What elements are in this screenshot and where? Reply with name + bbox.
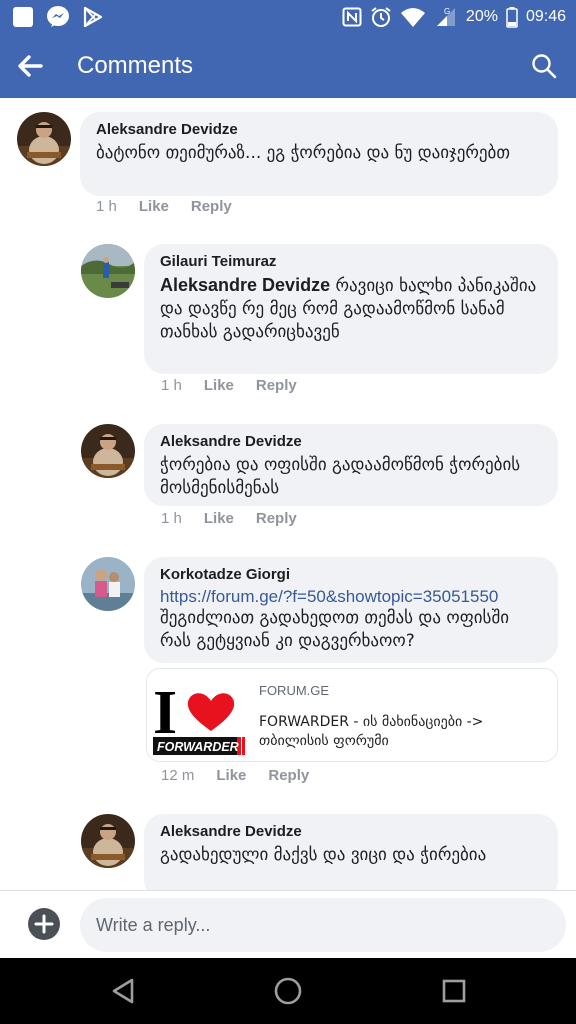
link-preview-title: FORWARDER - ის მახინაციები -> თბილისის ფ… bbox=[259, 714, 484, 749]
wifi-icon bbox=[400, 6, 426, 28]
comment-time: 1 h bbox=[96, 198, 117, 215]
arrow-left-icon bbox=[14, 50, 46, 82]
like-button[interactable]: Like bbox=[204, 510, 234, 527]
add-attachment-button[interactable] bbox=[28, 908, 60, 940]
reply-button[interactable]: Reply bbox=[256, 377, 297, 394]
like-button[interactable]: Like bbox=[216, 767, 246, 784]
circle-home-icon bbox=[272, 975, 304, 1007]
like-button[interactable]: Like bbox=[204, 377, 234, 394]
comment-text: ჭორებია და ოფისში გადაამოწმონ ჭორების მო… bbox=[160, 455, 521, 498]
reply-button[interactable]: Reply bbox=[268, 767, 309, 784]
status-bar-system: G 20% 09:46 bbox=[342, 5, 566, 29]
comment-link[interactable]: https://forum.ge/?f=50&showtopic=3505155… bbox=[160, 587, 542, 607]
link-preview-thumbnail: I FORWARDER bbox=[151, 673, 247, 759]
nav-home-button[interactable] bbox=[272, 975, 304, 1007]
avatar[interactable] bbox=[81, 424, 135, 478]
comments-list: Aleksandre Devidze ბატონო თეიმურაზ... ეგ… bbox=[0, 98, 576, 890]
comment-text: გადახედული მაქვს და ვიცი და ჭირებია bbox=[160, 845, 487, 865]
app-bar: Comments bbox=[0, 34, 576, 98]
alarm-icon bbox=[370, 6, 392, 28]
app-square-icon bbox=[12, 6, 34, 28]
status-bar-notifications bbox=[12, 5, 104, 29]
comment-text: ბატონო თეიმურაზ... ეგ ჭორებია და ნუ დაიჯ… bbox=[96, 143, 510, 163]
search-icon bbox=[530, 52, 558, 80]
comment-bubble: Aleksandre Devidze ბატონო თეიმურაზ... ეგ… bbox=[80, 112, 558, 196]
page-title: Comments bbox=[77, 52, 194, 79]
comment-meta: 12 m Like Reply bbox=[161, 767, 309, 784]
comment-time: 12 m bbox=[161, 767, 195, 784]
battery-icon bbox=[506, 6, 518, 28]
avatar[interactable] bbox=[81, 814, 135, 868]
comment-bubble: Gilauri Teimuraz Aleksandre Devidze რავი… bbox=[144, 244, 558, 374]
comment-bubble: Aleksandre Devidze ჭორებია და ოფისში გად… bbox=[144, 424, 558, 506]
reply-bar bbox=[0, 890, 576, 958]
signal-icon: G bbox=[434, 6, 458, 28]
svg-text:G: G bbox=[444, 7, 450, 16]
plus-icon bbox=[28, 908, 60, 940]
reply-button[interactable]: Reply bbox=[191, 198, 232, 215]
comment-author[interactable]: Korkotadze Giorgi bbox=[160, 566, 542, 583]
square-recents-icon bbox=[438, 975, 470, 1007]
comment-time: 1 h bbox=[161, 377, 182, 394]
comment-text: შეგიძლიათ გადახედოთ თემას და ოფისში რას … bbox=[160, 608, 510, 651]
triangle-back-icon bbox=[108, 975, 140, 1007]
comment-bubble: Korkotadze Giorgi https://forum.ge/?f=50… bbox=[144, 557, 558, 663]
comment-author[interactable]: Aleksandre Devidze bbox=[160, 823, 542, 840]
system-nav-bar bbox=[0, 958, 576, 1024]
reply-button[interactable]: Reply bbox=[256, 510, 297, 527]
comment-meta: 1 h Like Reply bbox=[161, 377, 297, 394]
avatar[interactable] bbox=[17, 112, 71, 166]
comment-author[interactable]: Aleksandre Devidze bbox=[160, 433, 542, 450]
comment-text: Aleksandre Devidze რავიცი ხალხი პანიკაში… bbox=[160, 274, 542, 344]
comment-time: 1 h bbox=[161, 510, 182, 527]
thumb-letter: I bbox=[153, 679, 177, 747]
reply-input[interactable] bbox=[80, 898, 566, 952]
comment-bubble: Aleksandre Devidze გადახედული მაქვს და ვ… bbox=[144, 814, 558, 890]
avatar[interactable] bbox=[81, 557, 135, 611]
battery-percent: 20% bbox=[465, 8, 498, 25]
nav-back-button[interactable] bbox=[108, 975, 140, 1007]
nav-recents-button[interactable] bbox=[438, 975, 470, 1007]
search-button[interactable] bbox=[530, 52, 558, 80]
comment-author[interactable]: Gilauri Teimuraz bbox=[160, 253, 542, 270]
comment-meta: 1 h Like Reply bbox=[96, 198, 232, 215]
avatar[interactable] bbox=[81, 244, 135, 298]
comment-author[interactable]: Aleksandre Devidze bbox=[96, 121, 542, 138]
comment-meta: 1 h Like Reply bbox=[161, 510, 297, 527]
mention-link[interactable]: Aleksandre Devidze bbox=[160, 275, 330, 295]
thumb-brand-text: FORWARDER bbox=[157, 740, 239, 754]
back-button[interactable] bbox=[14, 50, 46, 82]
nfc-icon bbox=[342, 7, 362, 27]
link-preview-domain: FORUM.GE bbox=[259, 683, 330, 698]
play-store-icon bbox=[82, 6, 104, 28]
like-button[interactable]: Like bbox=[139, 198, 169, 215]
clock: 09:46 bbox=[525, 8, 566, 25]
status-bar: G 20% 09:46 bbox=[0, 0, 576, 34]
messenger-icon bbox=[46, 5, 70, 29]
link-preview-card[interactable]: I FORWARDER FORUM.GE FORWARDER - ის მახი… bbox=[146, 668, 558, 762]
